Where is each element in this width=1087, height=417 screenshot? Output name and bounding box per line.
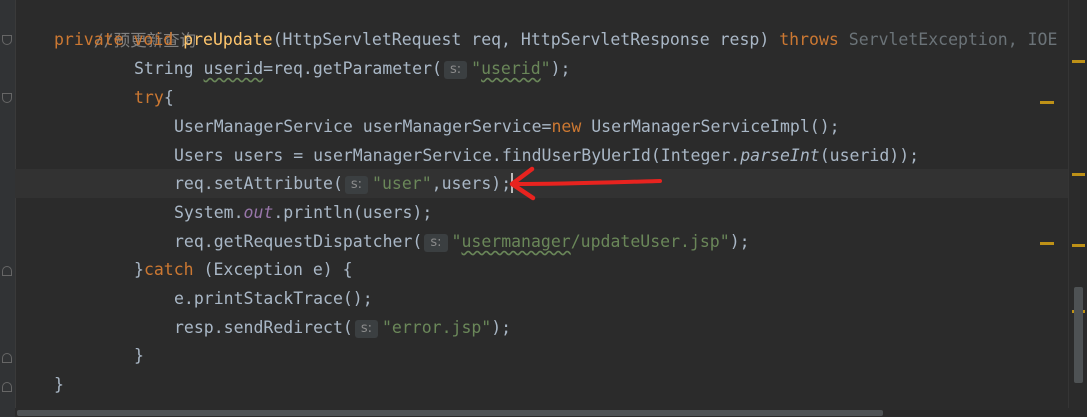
code-line-9: req.getRequestDispatcher(s: "usermanager/…	[174, 227, 750, 256]
code-line-1: //预更新查询	[54, 0, 196, 50]
code-line-14: }	[54, 370, 64, 399]
code-text: .println(users);	[273, 203, 433, 222]
string-quote: "	[451, 232, 462, 251]
string-literal: "error.jsp"	[381, 318, 492, 337]
keyword-try: try	[134, 88, 164, 107]
parameter-hint: s:	[354, 320, 378, 338]
error-stripe-mark[interactable]	[1072, 244, 1085, 247]
code-text: e.printStackTrace();	[174, 289, 373, 308]
code-line-3: String userid=req.getParameter(s: "userid…	[134, 54, 570, 83]
parameter-hint: s:	[443, 61, 468, 79]
editor-gutter	[0, 0, 16, 417]
code-text: }	[54, 375, 64, 394]
variable-userid: userid	[203, 59, 264, 78]
code-text: req.getRequestDispatcher(	[174, 232, 423, 251]
code-text: resp.sendRedirect(	[174, 318, 353, 337]
code-line-12: resp.sendRedirect(s: "error.jsp");	[174, 313, 511, 342]
code-text: UserManagerServiceImpl();	[581, 117, 840, 136]
red-hand-drawn-arrow-icon	[509, 166, 662, 201]
code-line-7: req.setAttribute(s: "user",users);	[174, 169, 514, 198]
code-text: );	[550, 59, 571, 78]
code-line-8: System.out.println(users);	[174, 198, 432, 227]
keyword-private: private	[54, 30, 124, 49]
horizontal-scrollbar[interactable]	[15, 408, 1087, 417]
code-text: (userid));	[819, 146, 920, 165]
warning-marker[interactable]	[1040, 101, 1054, 104]
string-literal: /updateUser.jsp"	[570, 232, 730, 251]
code-line-13: }	[134, 341, 144, 370]
code-text: );	[491, 318, 512, 337]
code-text: =req.getParameter(	[263, 59, 442, 78]
code-editor[interactable]: //预更新查询 private void preUpdate(HttpServl…	[15, 0, 1069, 408]
code-line-5: UserManagerService userManagerService=ne…	[174, 112, 840, 141]
string-quote: "	[540, 59, 551, 78]
static-method: parseInt	[740, 146, 820, 165]
throws-list: ServletException, IOE	[838, 30, 1058, 49]
static-field: out	[243, 203, 274, 222]
code-text: (Exception e) {	[193, 260, 353, 279]
keyword-catch: catch	[143, 260, 194, 279]
code-text: {	[163, 88, 174, 107]
method-params: (HttpServletRequest req, HttpServletResp…	[272, 30, 780, 49]
keyword-void: void	[133, 30, 174, 49]
keyword-new: new	[551, 117, 582, 136]
code-text: }	[134, 260, 144, 279]
string-literal: usermanager	[461, 232, 571, 251]
code-text: UserManagerService userManagerService=	[174, 117, 552, 136]
error-stripe-mark[interactable]	[1072, 173, 1085, 176]
parameter-hint: s:	[344, 176, 369, 194]
string-quote: "	[471, 59, 482, 78]
warning-marker[interactable]	[1040, 242, 1054, 245]
vertical-scrollbar-thumb[interactable]	[1074, 287, 1083, 383]
fold-marker-icon[interactable]	[2, 266, 12, 276]
parameter-hint: s:	[424, 234, 448, 252]
code-line-10: }catch (Exception e) {	[134, 255, 353, 284]
code-line-4: try{	[134, 83, 174, 112]
code-text: }	[134, 346, 144, 365]
code-line-11: e.printStackTrace();	[174, 284, 373, 313]
code-text: );	[729, 232, 750, 251]
code-text: System.	[174, 203, 244, 222]
code-text: String	[134, 59, 204, 78]
fold-marker-icon[interactable]	[2, 382, 12, 392]
fold-marker-icon[interactable]	[2, 93, 12, 103]
vertical-scrollbar[interactable]	[1068, 0, 1087, 408]
string-literal: "user"	[372, 174, 432, 193]
error-stripe-mark[interactable]	[1072, 60, 1085, 63]
horizontal-scrollbar-thumb[interactable]	[17, 410, 883, 416]
fold-marker-icon[interactable]	[2, 353, 12, 363]
fold-marker-icon[interactable]	[2, 35, 12, 45]
code-line-2: private void preUpdate(HttpServletReques…	[54, 25, 1057, 54]
string-literal: userid	[481, 59, 541, 78]
code-text: req.setAttribute(	[174, 174, 343, 193]
keyword-throws: throws	[779, 30, 839, 49]
method-name: preUpdate	[183, 30, 273, 49]
